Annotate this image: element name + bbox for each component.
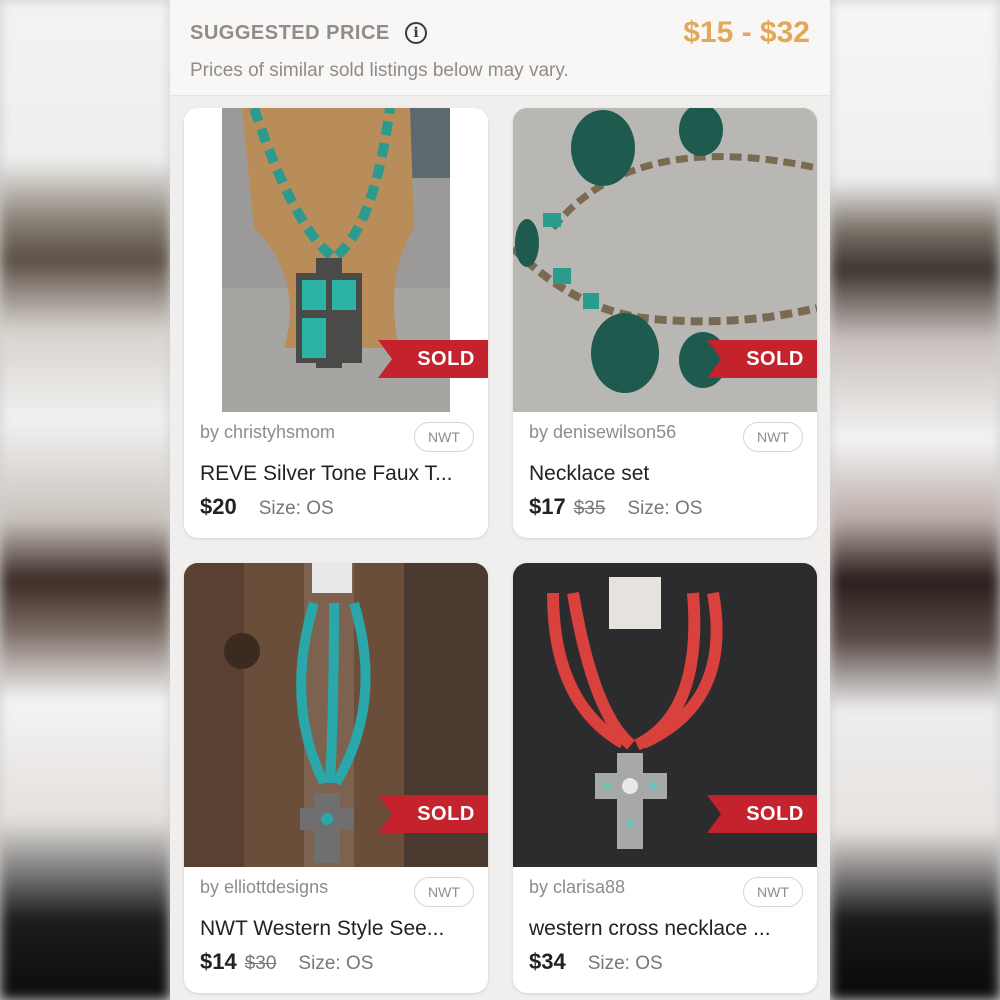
listing-size: Size: OS bbox=[587, 953, 663, 974]
listing-pricing: $20 Size: OS bbox=[200, 494, 334, 520]
listing-price: $20 bbox=[200, 494, 237, 519]
sold-label: SOLD bbox=[746, 348, 804, 370]
seller-name[interactable]: by christyhsmom bbox=[200, 422, 335, 443]
listing-original-price: $35 bbox=[573, 498, 606, 519]
sold-ribbon: SOLD bbox=[378, 795, 488, 833]
listing-size: Size: OS bbox=[258, 498, 334, 519]
listing-card[interactable]: SOLD by denisewilson56 NWT Necklace set … bbox=[513, 108, 817, 538]
suggested-price-title: SUGGESTED PRICE bbox=[190, 22, 390, 44]
listing-pricing: $34 Size: OS bbox=[529, 949, 663, 975]
blurred-backdrop-right bbox=[830, 0, 1000, 1000]
nwt-badge: NWT bbox=[743, 422, 803, 452]
listing-card[interactable]: SOLD by elliottdesigns NWT NWT Western S… bbox=[184, 563, 488, 993]
nwt-badge: NWT bbox=[414, 422, 474, 452]
info-icon[interactable]: i bbox=[405, 22, 427, 44]
listing-size: Size: OS bbox=[298, 953, 374, 974]
listing-title[interactable]: REVE Silver Tone Faux T... bbox=[200, 462, 480, 486]
sold-ribbon: SOLD bbox=[707, 795, 817, 833]
nwt-badge: NWT bbox=[743, 877, 803, 907]
suggested-price-header: SUGGESTED PRICE i $15 - $32 Prices of si… bbox=[170, 0, 830, 96]
app-screen: SUGGESTED PRICE i $15 - $32 Prices of si… bbox=[170, 0, 830, 1000]
listing-price: $14 bbox=[200, 949, 237, 974]
listing-size: Size: OS bbox=[627, 498, 703, 519]
listing-original-price: $30 bbox=[244, 953, 277, 974]
sold-ribbon: SOLD bbox=[378, 340, 488, 378]
suggested-price-range: $15 - $32 bbox=[683, 16, 810, 49]
seller-name[interactable]: by denisewilson56 bbox=[529, 422, 676, 443]
listing-card[interactable]: SOLD by clarisa88 NWT western cross neck… bbox=[513, 563, 817, 993]
listing-pricing: $17 $35 Size: OS bbox=[529, 494, 702, 520]
listing-price: $34 bbox=[529, 949, 566, 974]
seller-name[interactable]: by elliottdesigns bbox=[200, 877, 328, 898]
listing-title[interactable]: Necklace set bbox=[529, 462, 809, 486]
blurred-backdrop-left bbox=[0, 0, 170, 1000]
sold-label: SOLD bbox=[417, 348, 475, 370]
listing-title[interactable]: NWT Western Style See... bbox=[200, 917, 480, 941]
listing-card[interactable]: SOLD by christyhsmom NWT REVE Silver Ton… bbox=[184, 108, 488, 538]
listing-pricing: $14 $30 Size: OS bbox=[200, 949, 373, 975]
seller-name[interactable]: by clarisa88 bbox=[529, 877, 625, 898]
nwt-badge: NWT bbox=[414, 877, 474, 907]
listing-price: $17 bbox=[529, 494, 566, 519]
sold-label: SOLD bbox=[417, 803, 475, 825]
listing-title[interactable]: western cross necklace ... bbox=[529, 917, 809, 941]
sold-label: SOLD bbox=[746, 803, 804, 825]
sold-ribbon: SOLD bbox=[707, 340, 817, 378]
suggested-price-subtitle: Prices of similar sold listings below ma… bbox=[190, 60, 569, 81]
